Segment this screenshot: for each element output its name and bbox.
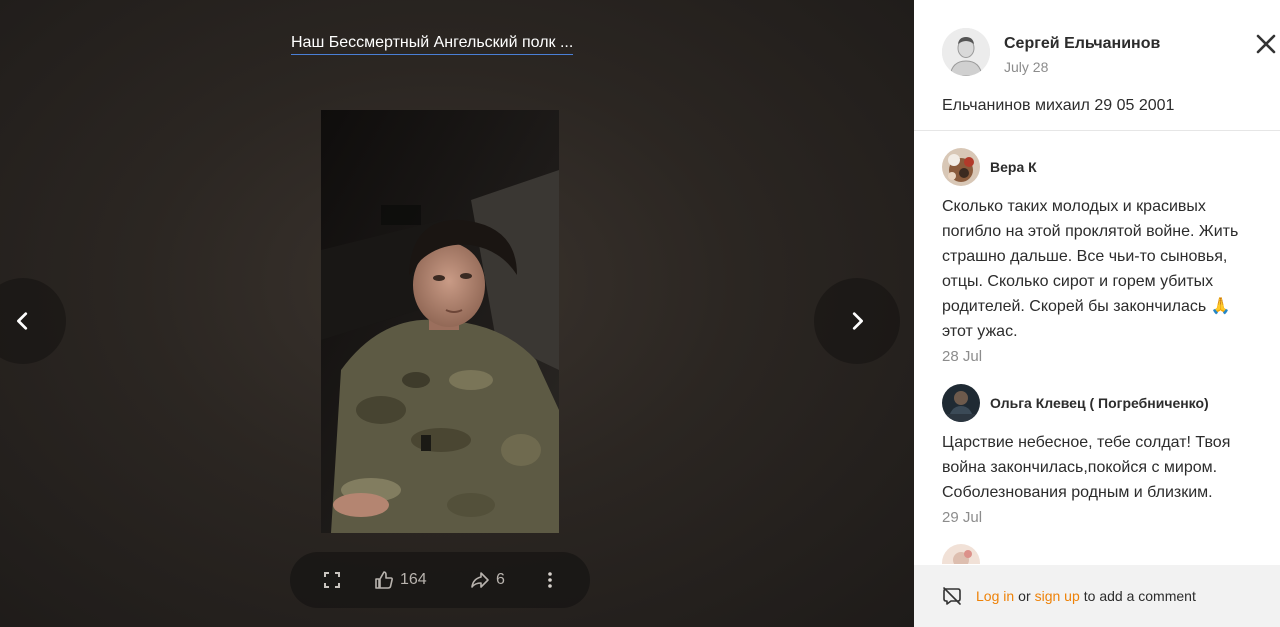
more-options-button[interactable] xyxy=(540,570,560,590)
author-name[interactable]: Сергей Ельчанинов xyxy=(1004,35,1160,53)
comment-date: 28 Jul xyxy=(942,348,983,365)
signup-link[interactable]: sign up xyxy=(1035,588,1080,604)
commenter-name[interactable]: Ольга Клевец ( Погребниченко) xyxy=(990,395,1209,411)
commenter-avatar[interactable] xyxy=(942,148,980,186)
photo-description: Ельчанинов михаил 29 05 2001 xyxy=(942,97,1175,114)
more-vertical-icon xyxy=(548,572,552,588)
comment-login-footer: Log in or sign up to add a comment xyxy=(914,565,1280,627)
comment-item: Ольга Клевец ( Погребниченко) Царствие н… xyxy=(942,384,1262,526)
commenter-avatar[interactable] xyxy=(942,544,980,564)
commenter-avatar[interactable] xyxy=(942,384,980,422)
avatar-image xyxy=(942,544,980,564)
comment-item: Вера К Сколько таких молодых и красивых … xyxy=(942,148,1262,365)
comment-item-partial xyxy=(942,544,1262,564)
photo-image xyxy=(321,110,559,533)
side-panel: Сергей Ельчанинов July 28 Ельчанинов мих… xyxy=(914,0,1280,627)
thumbs-up-icon xyxy=(375,571,393,589)
share-button[interactable]: 6 xyxy=(470,570,505,590)
author-avatar[interactable] xyxy=(942,28,990,76)
author-block xyxy=(942,28,990,76)
share-icon xyxy=(471,572,489,588)
chevron-right-icon xyxy=(852,312,863,330)
avatar-image xyxy=(942,384,980,422)
previous-photo-button[interactable] xyxy=(0,278,66,364)
fullscreen-icon xyxy=(324,572,340,588)
fullscreen-button[interactable] xyxy=(322,570,342,590)
share-count: 6 xyxy=(496,571,505,588)
comments-disabled-icon xyxy=(943,587,961,605)
footer-suffix-text: to add a comment xyxy=(1083,588,1196,604)
photo[interactable] xyxy=(321,110,559,533)
default-avatar-icon xyxy=(942,28,990,76)
close-icon xyxy=(1256,34,1276,54)
photo-actions-bar: 164 6 xyxy=(290,552,590,608)
photo-viewer: Наш Бессмертный Ангельский полк ... 164 … xyxy=(0,0,914,627)
comment-text: Сколько таких молодых и красивых погибло… xyxy=(942,198,1239,340)
album-title-link[interactable]: Наш Бессмертный Ангельский полк ... xyxy=(291,34,574,55)
comment-text: Царствие небесное, тебе солдат! Твоя вой… xyxy=(942,434,1231,501)
chevron-left-icon xyxy=(17,312,28,330)
comments-list: Вера К Сколько таких молодых и красивых … xyxy=(914,131,1280,564)
avatar-image xyxy=(942,148,980,186)
login-link[interactable]: Log in xyxy=(976,588,1014,604)
commenter-name[interactable]: Вера К xyxy=(990,159,1037,175)
next-photo-button[interactable] xyxy=(814,278,900,364)
like-count: 164 xyxy=(400,571,427,588)
post-date: July 28 xyxy=(1004,59,1049,75)
footer-or-text: or xyxy=(1018,588,1031,604)
comment-date: 29 Jul xyxy=(942,509,983,526)
like-button[interactable]: 164 xyxy=(374,570,427,590)
close-button[interactable] xyxy=(1254,32,1278,56)
